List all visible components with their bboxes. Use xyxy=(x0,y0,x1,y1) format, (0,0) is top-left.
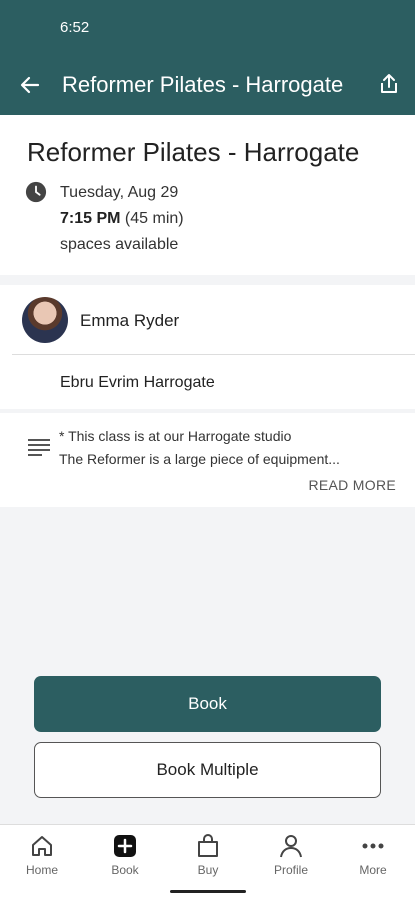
shopping-bag-icon xyxy=(198,834,218,857)
nav-item-book[interactable]: Book xyxy=(90,833,160,877)
status-time: 6:52 xyxy=(60,19,90,36)
book-button[interactable]: Book xyxy=(34,676,381,732)
share-icon[interactable] xyxy=(377,72,401,96)
class-time-row: 7:15 PM (45 min) xyxy=(60,210,184,228)
class-date: Tuesday, Aug 29 xyxy=(60,184,179,201)
clock-icon xyxy=(25,181,47,203)
class-time: 7:15 PM xyxy=(60,210,121,227)
read-more-link[interactable]: READ MORE xyxy=(309,477,397,493)
class-summary-card: Reformer Pilates - Harrogate Tuesday, Au… xyxy=(0,115,415,275)
divider xyxy=(12,354,415,355)
location-name[interactable]: Ebru Evrim Harrogate xyxy=(60,374,215,392)
nav-label-more: More xyxy=(359,863,387,877)
back-arrow-icon[interactable] xyxy=(18,73,42,97)
nav-label-home: Home xyxy=(25,863,58,877)
nav-item-home[interactable]: Home xyxy=(7,833,77,877)
instructor-avatar[interactable] xyxy=(22,297,68,343)
nav-label-book: Book xyxy=(111,863,139,877)
description-line-1: * This class is at our Harrogate studio xyxy=(59,428,292,444)
nav-label-buy: Buy xyxy=(197,863,219,877)
status-bar: 6:52 xyxy=(0,0,415,56)
more-dots-icon xyxy=(362,843,384,849)
app-bar-title: Reformer Pilates - Harrogate xyxy=(62,72,344,97)
instructor-name[interactable]: Emma Ryder xyxy=(80,311,179,331)
person-icon xyxy=(280,835,302,858)
class-availability: spaces available xyxy=(60,236,179,253)
book-plus-icon xyxy=(114,835,136,857)
class-title: Reformer Pilates - Harrogate xyxy=(27,137,360,167)
nav-item-more[interactable]: More xyxy=(338,833,408,877)
section-gap xyxy=(0,409,415,413)
nav-label-profile: Profile xyxy=(273,863,308,877)
class-duration: (45 min) xyxy=(124,210,184,227)
nav-item-profile[interactable]: Profile xyxy=(256,833,326,877)
description-lines-icon xyxy=(28,439,50,456)
book-multiple-button[interactable]: Book Multiple xyxy=(34,742,381,798)
home-icon xyxy=(32,836,52,856)
description-line-2: The Reformer is a large piece of equipme… xyxy=(59,451,340,467)
class-details-card: Emma Ryder Ebru Evrim Harrogate * This c… xyxy=(0,285,415,507)
app-bar: Reformer Pilates - Harrogate xyxy=(0,56,415,115)
nav-item-buy[interactable]: Buy xyxy=(173,833,243,877)
home-indicator xyxy=(170,890,246,893)
